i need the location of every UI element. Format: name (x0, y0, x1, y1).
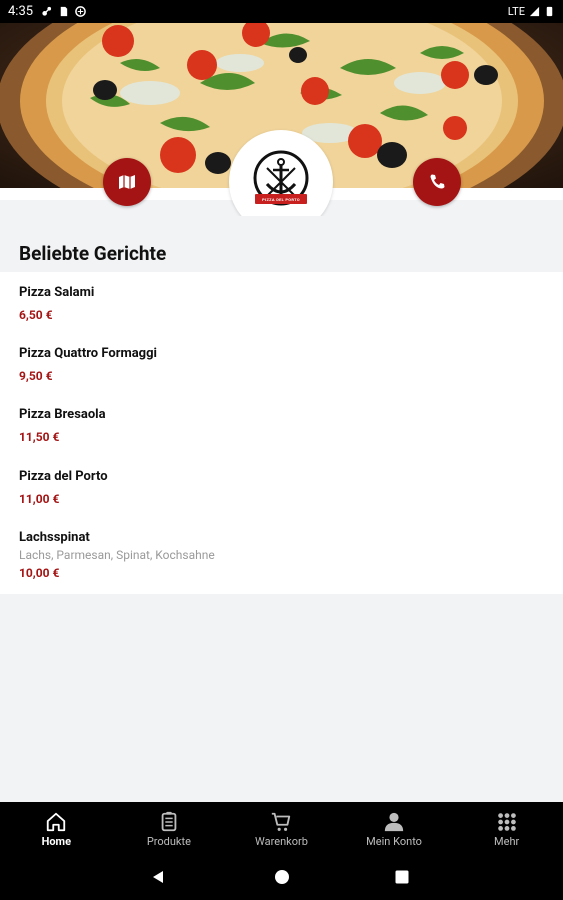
bottom-navigation: Home Produkte Warenkorb Mein Konto Mehr (0, 802, 563, 857)
nav-item-mein-konto[interactable]: Mein Konto (338, 802, 451, 857)
menu-card-icon (161, 811, 177, 832)
list-item[interactable]: Pizza Salami 6,50 € (19, 285, 94, 323)
dish-name: Pizza del Porto (19, 469, 108, 484)
dish-price: 6,50 € (19, 308, 53, 322)
dish-price: 11,00 € (19, 492, 60, 506)
call-button[interactable] (413, 158, 461, 206)
dish-price: 9,50 € (19, 369, 53, 383)
sync-icon (75, 6, 86, 17)
nav-label: Warenkorb (255, 835, 308, 848)
nav-label: Produkte (146, 835, 191, 848)
logo-text: PIZZA DEL PORTO (262, 197, 300, 202)
battery-icon (546, 6, 553, 17)
dish-name: Pizza Bresaola (19, 407, 106, 422)
sd-card-icon (60, 6, 68, 17)
nav-label: Home (41, 835, 72, 848)
dish-name: Lachsspinat (19, 530, 90, 545)
nav-item-produkte[interactable]: Produkte (113, 802, 226, 857)
dish-name: Pizza Salami (19, 285, 95, 300)
dish-name: Pizza Quattro Formaggi (19, 346, 157, 361)
notification-icon (42, 6, 52, 16)
nav-label: Mehr (494, 835, 520, 848)
back-icon[interactable] (150, 869, 166, 885)
nav-item-home[interactable]: Home (0, 802, 113, 857)
map-button[interactable] (103, 158, 151, 206)
nav-label: Mein Konto (366, 835, 422, 848)
status-bar: 4:35 LTE (0, 0, 563, 23)
map-icon (119, 175, 135, 189)
list-item[interactable]: Pizza del Porto 11,00 € (19, 469, 108, 507)
grid-icon (497, 813, 516, 831)
home-circle-icon[interactable] (274, 869, 290, 885)
list-item[interactable]: Pizza Bresaola 11,50 € (19, 407, 106, 445)
home-icon (47, 812, 66, 832)
dish-price: 11,50 € (19, 430, 60, 444)
signal-icon (529, 6, 540, 17)
cart-icon (272, 812, 291, 831)
dish-price: 10,00 € (19, 566, 60, 580)
anchor-logo-icon (253, 150, 309, 206)
recents-icon[interactable] (394, 869, 410, 885)
nav-item-warenkorb[interactable]: Warenkorb (225, 802, 338, 857)
list-item[interactable]: Pizza Quattro Formaggi 9,50 € (19, 346, 157, 384)
popular-dishes-list: Pizza Salami 6,50 € Pizza Quattro Formag… (0, 272, 563, 594)
person-icon (384, 812, 404, 832)
phone-icon (430, 174, 445, 189)
list-item[interactable]: Lachsspinat Lachs, Parmesan, Spinat, Koc… (19, 530, 215, 581)
dish-description: Lachs, Parmesan, Spinat, Kochsahne (19, 548, 215, 562)
nav-item-mehr[interactable]: Mehr (450, 802, 563, 857)
status-time: 4:35 (8, 4, 34, 19)
network-type: LTE (507, 5, 525, 18)
section-title: Beliebte Gerichte (19, 242, 167, 265)
